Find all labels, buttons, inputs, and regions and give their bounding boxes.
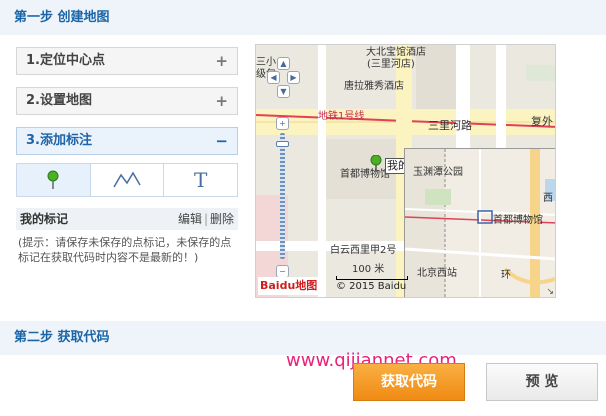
map-label: 白云西里甲2号 (330, 245, 397, 256)
minimap-toggle-icon[interactable]: ↘ (546, 287, 554, 297)
delete-link[interactable]: 删除 (210, 208, 234, 230)
overview-minimap[interactable]: 玉渊潭公园 首都博物馆 西 北京西站 环 ↘ (404, 148, 555, 297)
map-label: 唐拉雅秀酒店 (344, 81, 404, 92)
point-marker-tool[interactable] (17, 164, 91, 196)
collapse-icon: − (215, 132, 228, 150)
map-copyright: © 2015 Baidu (336, 281, 407, 292)
accordion-label: 1.定位中心点 (26, 53, 105, 68)
accordion-locate-center[interactable]: 1.定位中心点 + (16, 47, 238, 75)
polyline-tool[interactable] (90, 164, 165, 196)
map-label: (三里河店) (367, 59, 415, 70)
accordion-map-settings[interactable]: 2.设置地图 + (16, 87, 238, 115)
preview-button[interactable]: 预 览 (486, 363, 598, 401)
accordion-label: 3.添加标注 (26, 133, 92, 148)
polyline-icon (113, 171, 141, 188)
map-marker-icon[interactable] (370, 155, 382, 173)
road-label: 三里河路 (428, 119, 472, 132)
map-label: 环 (501, 270, 511, 281)
road-label: 复外 (531, 115, 553, 128)
step1-title: 第一步 创建地图 (14, 10, 110, 25)
pin-icon (47, 170, 59, 189)
map-label: 玉渊潭公园 (413, 167, 463, 178)
pan-up-button[interactable]: ▲ (277, 57, 290, 70)
text-tool-icon: T (194, 168, 208, 192)
zoom-in-button[interactable]: + (276, 117, 289, 130)
separator: | (203, 212, 208, 226)
pan-right-button[interactable]: ▶ (287, 71, 300, 84)
step1-header: 第一步 创建地图 (0, 0, 606, 35)
my-marks-title: 我的标记 (20, 212, 69, 226)
marker-toolbar: T (16, 163, 238, 197)
subway-label: 地铁1号线 (318, 111, 365, 122)
expand-icon: + (215, 92, 228, 110)
map-label: 首都博物馆 (340, 169, 390, 180)
get-code-button[interactable]: 获取代码 (353, 363, 465, 401)
scale-bar (336, 276, 408, 280)
map-label: 北京西站 (417, 268, 457, 279)
accordion-label: 2.设置地图 (26, 93, 92, 108)
pan-down-button[interactable]: ▼ (277, 85, 290, 98)
pan-left-button[interactable]: ◀ (267, 71, 280, 84)
text-label-tool[interactable]: T (164, 164, 238, 196)
save-tip: (提示：请保存未保存的点标记，未保存的点标记在获取代码时内容不是最新的！) (18, 236, 232, 264)
map-label: 西 (543, 193, 553, 204)
zoom-slider-track[interactable] (280, 133, 285, 259)
map-canvas[interactable]: 大北宝馆酒店 三小 级包 (三里河店) 唐拉雅秀酒店 地铁1号线 三里河路 复外… (255, 44, 556, 298)
step2-title: 第二步 获取代码 (14, 330, 110, 345)
zoom-slider-knob[interactable] (276, 141, 289, 147)
accordion-add-markers[interactable]: 3.添加标注 − (16, 127, 238, 155)
edit-link[interactable]: 编辑 (178, 208, 202, 230)
scale-label: 100 米 (352, 264, 385, 275)
expand-icon: + (215, 52, 228, 70)
map-label: 首都博物馆 (493, 215, 543, 226)
my-marks-bar: 我的标记 编辑 | 删除 (16, 208, 238, 230)
baidu-logo: Baidu地图 (258, 277, 320, 295)
